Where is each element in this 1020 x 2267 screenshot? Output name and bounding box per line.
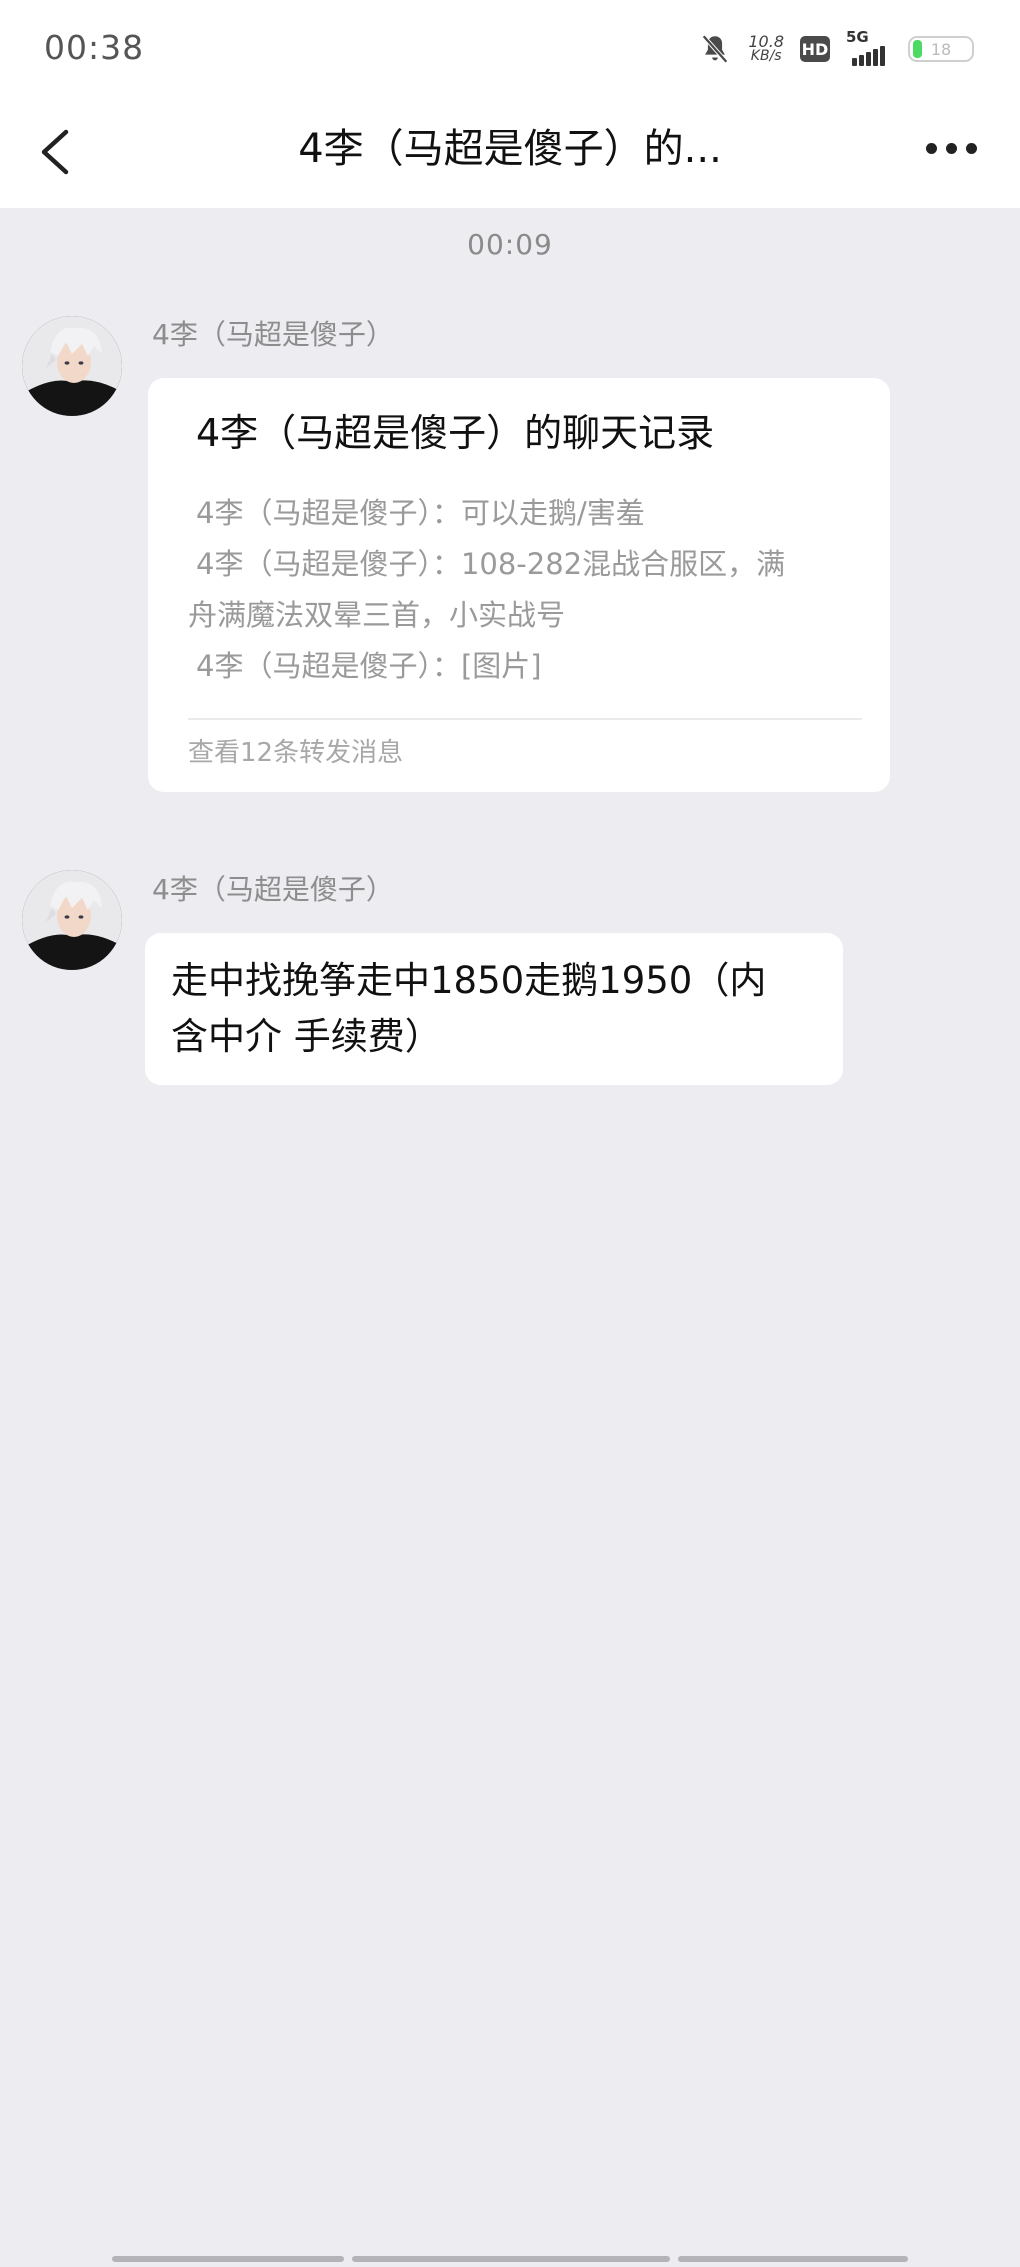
net-speed-unit: KB/s [750, 48, 782, 64]
message-timestamp: 00:09 [467, 228, 553, 261]
forwarded-card-title: 4李（马超是傻子）的聊天记录 [196, 411, 715, 455]
message-text-line: 走中找挽筝走中1850走鹅1950（内 [171, 959, 767, 1002]
signal-icon: 5G [846, 28, 892, 66]
battery-level: 18 [930, 39, 952, 59]
status-time: 00:38 [44, 28, 145, 67]
chat-title: 4李（马超是傻子）的... [298, 126, 722, 172]
forwarded-chat-card[interactable]: 4李（马超是傻子）的聊天记录 4李（马超是傻子）：可以走鹅/害羞 4李（马超是傻… [148, 378, 890, 792]
forwarded-line: 4李（马超是傻子）：可以走鹅/害羞 [196, 496, 645, 530]
avatar-image [22, 316, 122, 416]
text-message-bubble[interactable]: 走中找挽筝走中1850走鹅1950（内 含中介 手续费） [145, 933, 843, 1085]
status-bar: 00:38 10.8 KB/s HD 5G 18 [0, 0, 1020, 96]
avatar[interactable] [22, 316, 122, 416]
card-divider [188, 718, 862, 720]
gesture-bar[interactable] [112, 2256, 908, 2262]
nav-bar: 4李（马超是傻子）的... [0, 96, 1020, 208]
forwarded-preview-lines: 4李（马超是傻子）：可以走鹅/害羞 4李（马超是傻子）：108-282混战合服区… [188, 488, 862, 692]
chevron-left-icon[interactable] [36, 124, 76, 180]
forwarded-line: 4李（马超是傻子）：[图片] [196, 649, 542, 683]
avatar[interactable] [22, 870, 122, 970]
avatar-image [22, 870, 122, 970]
view-forwarded-link[interactable]: 查看12条转发消息 [188, 732, 403, 769]
more-dots-icon[interactable] [926, 136, 980, 160]
status-icons: 10.8 KB/s HD 5G 18 [698, 28, 974, 70]
net-speed-value: 10.8 [748, 32, 784, 51]
hd-icon: HD [800, 36, 830, 62]
battery-icon: 18 [908, 36, 974, 62]
sender-name: 4李（马超是傻子） [152, 873, 394, 906]
sender-name: 4李（马超是傻子） [152, 318, 394, 351]
bell-muted-icon [702, 34, 729, 64]
forwarded-line: 舟满魔法双晕三首，小实战号 [188, 598, 566, 632]
net-speed: 10.8 KB/s [748, 34, 784, 64]
forwarded-line: 4李（马超是傻子）：108-282混战合服区，满 [196, 547, 786, 581]
network-type: 5G [846, 28, 869, 46]
message-text-line: 含中介 手续费） [171, 1015, 442, 1058]
